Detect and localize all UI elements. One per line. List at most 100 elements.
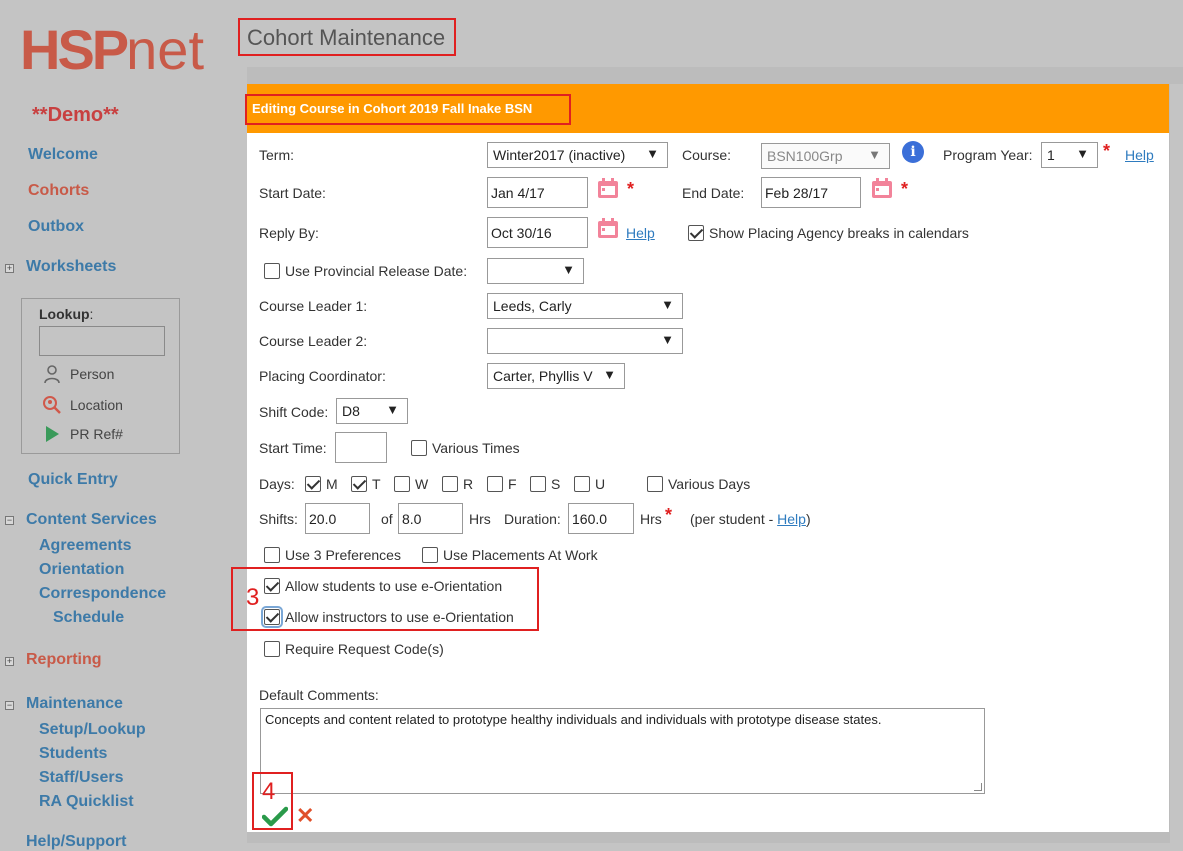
collapse-icon[interactable]: − bbox=[5, 701, 14, 710]
start-time-input[interactable] bbox=[335, 432, 387, 463]
use-3-preferences-label: Use 3 Preferences bbox=[285, 547, 401, 563]
sidebar-item-setup-lookup[interactable]: Setup/Lookup bbox=[39, 721, 146, 739]
person-icon bbox=[42, 364, 62, 384]
sidebar-item-correspondence[interactable]: Correspondence bbox=[39, 585, 166, 603]
day-label-m: M bbox=[326, 476, 338, 492]
dropdown-arrow-icon: ▼ bbox=[603, 367, 616, 382]
day-label-r: R bbox=[463, 476, 474, 492]
info-icon[interactable]: i bbox=[902, 141, 924, 163]
calendar-icon[interactable] bbox=[597, 217, 619, 239]
sidebar-item-students[interactable]: Students bbox=[39, 745, 107, 763]
dropdown-arrow-icon: ▼ bbox=[1076, 146, 1089, 161]
required-marker: * bbox=[901, 179, 909, 199]
hours-input[interactable]: 8.0 bbox=[398, 503, 463, 534]
course-leader1-label: Course Leader 1: bbox=[259, 298, 368, 314]
sidebar-item-cohorts[interactable]: Cohorts bbox=[28, 182, 89, 200]
provincial-release-label: Use Provincial Release Date: bbox=[285, 263, 468, 279]
sidebar-item-quick-entry[interactable]: Quick Entry bbox=[28, 471, 118, 489]
course-leader1-select[interactable]: Leeds, Carly ▼ bbox=[487, 293, 683, 319]
require-request-code-label: Require Request Code(s) bbox=[285, 641, 444, 657]
required-marker: * bbox=[627, 179, 635, 199]
term-select[interactable]: Winter2017 (inactive) ▼ bbox=[487, 142, 668, 168]
day-label-f: F bbox=[508, 476, 517, 492]
various-days-checkbox[interactable] bbox=[647, 476, 663, 492]
course-select[interactable]: BSN100Grp ▼ bbox=[761, 143, 890, 169]
placing-coordinator-label: Placing Coordinator: bbox=[259, 368, 386, 384]
cancel-x-icon[interactable]: ✕ bbox=[296, 805, 316, 827]
calendar-icon[interactable] bbox=[597, 177, 619, 199]
help-link[interactable]: Help bbox=[626, 225, 655, 241]
placing-coordinator-select[interactable]: Carter, Phyllis V ▼ bbox=[487, 363, 625, 389]
day-checkbox-r[interactable] bbox=[442, 476, 458, 492]
day-checkbox-f[interactable] bbox=[487, 476, 503, 492]
lookup-location[interactable]: Location bbox=[42, 395, 123, 415]
sidebar-item-content-services[interactable]: Content Services bbox=[26, 511, 157, 529]
background-strip bbox=[1170, 84, 1183, 843]
day-checkbox-u[interactable] bbox=[574, 476, 590, 492]
day-checkbox-s[interactable] bbox=[530, 476, 546, 492]
day-label-s: S bbox=[551, 476, 561, 492]
end-date-label: End Date: bbox=[682, 185, 745, 201]
show-breaks-checkbox[interactable] bbox=[688, 225, 704, 241]
calendar-icon[interactable] bbox=[871, 177, 893, 199]
lookup-title: Lookup: bbox=[39, 306, 94, 322]
resize-handle-icon[interactable] bbox=[974, 783, 982, 791]
start-date-label: Start Date: bbox=[259, 185, 326, 201]
sidebar-item-agreements[interactable]: Agreements bbox=[39, 537, 131, 555]
day-checkbox-t[interactable] bbox=[351, 476, 367, 492]
dropdown-arrow-icon: ▼ bbox=[386, 402, 399, 417]
lookup-person[interactable]: Person bbox=[42, 364, 114, 384]
day-label-w: W bbox=[415, 476, 429, 492]
duration-input[interactable]: 160.0 bbox=[568, 503, 634, 534]
shifts-input[interactable]: 20.0 bbox=[305, 503, 370, 534]
day-checkbox-m[interactable] bbox=[305, 476, 321, 492]
end-date-input[interactable]: Feb 28/17 bbox=[761, 177, 861, 208]
reply-by-input[interactable]: Oct 30/16 bbox=[487, 217, 588, 248]
lookup-pr-ref[interactable]: PR Ref# bbox=[42, 424, 123, 444]
expand-icon[interactable]: + bbox=[5, 264, 14, 273]
days-label: Days: bbox=[259, 476, 295, 492]
dropdown-arrow-icon: ▼ bbox=[562, 262, 575, 277]
provincial-release-checkbox[interactable] bbox=[264, 263, 280, 279]
program-year-select[interactable]: 1 ▼ bbox=[1041, 142, 1098, 168]
dropdown-arrow-icon: ▼ bbox=[868, 147, 881, 162]
per-student-text: (per student - Help) bbox=[690, 511, 811, 527]
sidebar-item-help-support[interactable]: Help/Support bbox=[26, 833, 126, 851]
shifts-label: Shifts: bbox=[259, 511, 298, 527]
lookup-input[interactable] bbox=[39, 326, 165, 356]
sidebar-item-ra-quicklist[interactable]: RA Quicklist bbox=[39, 793, 134, 811]
day-checkbox-w[interactable] bbox=[394, 476, 410, 492]
placements-at-work-checkbox[interactable] bbox=[422, 547, 438, 563]
demo-label: **Demo** bbox=[32, 104, 119, 126]
reply-by-label: Reply By: bbox=[259, 225, 319, 241]
annotation-box bbox=[245, 94, 571, 125]
step-number-4: 4 bbox=[262, 778, 276, 805]
course-leader2-select[interactable]: ▼ bbox=[487, 328, 683, 354]
sidebar-item-reporting[interactable]: Reporting bbox=[26, 651, 102, 669]
sidebar-item-schedule[interactable]: Schedule bbox=[53, 609, 124, 627]
start-date-input[interactable]: Jan 4/17 bbox=[487, 177, 588, 208]
help-link[interactable]: Help bbox=[1125, 147, 1154, 163]
per-student-help-link[interactable]: Help bbox=[777, 511, 806, 527]
sidebar-item-orientation[interactable]: Orientation bbox=[39, 561, 124, 579]
dropdown-arrow-icon: ▼ bbox=[661, 332, 674, 347]
sidebar-item-worksheets[interactable]: Worksheets bbox=[26, 258, 116, 276]
require-request-code-checkbox[interactable] bbox=[264, 641, 280, 657]
sidebar-item-outbox[interactable]: Outbox bbox=[28, 218, 84, 236]
hspnet-logo[interactable]: HSPnet bbox=[20, 22, 204, 78]
sidebar-item-maintenance[interactable]: Maintenance bbox=[26, 695, 123, 713]
provincial-release-select[interactable]: ▼ bbox=[487, 258, 584, 284]
various-times-checkbox[interactable] bbox=[411, 440, 427, 456]
annotation-box bbox=[231, 567, 539, 631]
sidebar-item-staff-users[interactable]: Staff/Users bbox=[39, 769, 123, 787]
collapse-icon[interactable]: − bbox=[5, 516, 14, 525]
expand-icon[interactable]: + bbox=[5, 657, 14, 666]
sidebar-item-welcome[interactable]: Welcome bbox=[28, 146, 98, 164]
shift-code-select[interactable]: D8 ▼ bbox=[336, 398, 408, 424]
required-marker: * bbox=[665, 505, 673, 525]
required-marker: * bbox=[1103, 141, 1111, 161]
sidebar: HSPnet **Demo** Welcome Cohorts Outbox +… bbox=[0, 0, 235, 850]
course-label: Course: bbox=[682, 147, 732, 163]
use-3-preferences-checkbox[interactable] bbox=[264, 547, 280, 563]
default-comments-textarea[interactable]: Concepts and content related to prototyp… bbox=[260, 708, 985, 794]
